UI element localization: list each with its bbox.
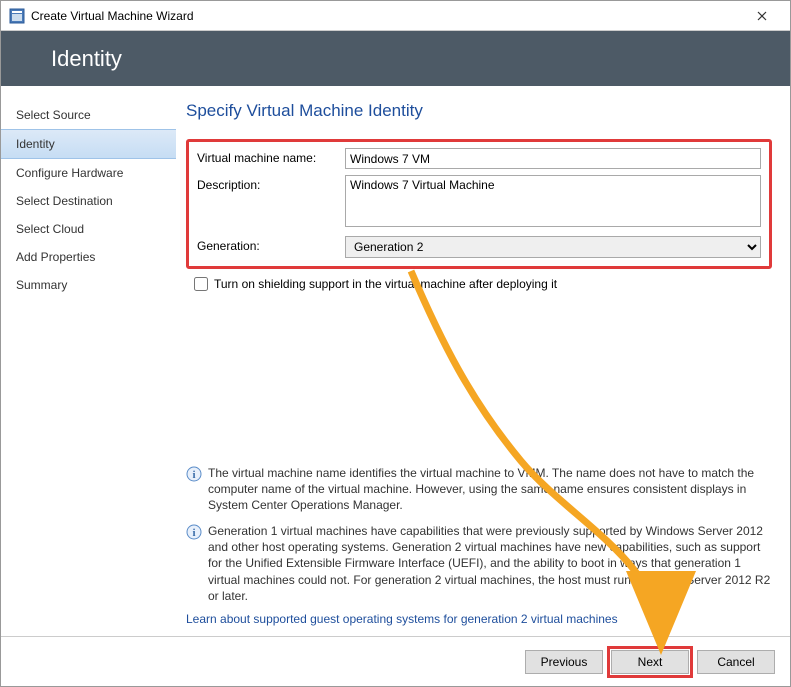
sidebar-item-select-source[interactable]: Select Source [1,101,176,129]
vm-name-label: Virtual machine name: [197,148,345,165]
identity-fields-highlight: Virtual machine name: Description: Gener… [186,139,772,269]
shielding-checkbox[interactable] [194,277,208,291]
next-button[interactable]: Next [611,650,689,674]
sidebar-item-add-properties[interactable]: Add Properties [1,243,176,271]
sidebar-item-summary[interactable]: Summary [1,271,176,299]
description-input[interactable] [345,175,761,227]
titlebar: Create Virtual Machine Wizard [1,1,790,31]
wizard-sidebar: Select Source Identity Configure Hardwar… [1,86,176,636]
description-label: Description: [197,175,345,192]
generation-label: Generation: [197,236,345,253]
sidebar-item-configure-hardware[interactable]: Configure Hardware [1,159,176,187]
close-button[interactable] [742,2,782,30]
header-band: Identity [1,31,790,86]
wizard-footer: Previous Next Cancel [1,636,790,686]
sidebar-item-identity[interactable]: Identity [1,129,176,159]
shielding-label: Turn on shielding support in the virtual… [214,277,557,291]
sidebar-item-select-cloud[interactable]: Select Cloud [1,215,176,243]
sidebar-item-select-destination[interactable]: Select Destination [1,187,176,215]
previous-button[interactable]: Previous [525,650,603,674]
svg-text:i: i [192,527,195,539]
main-content: Specify Virtual Machine Identity Virtual… [176,86,790,636]
info-text-vm-name: The virtual machine name identifies the … [208,465,772,514]
learn-more-link[interactable]: Learn about supported guest operating sy… [186,612,772,626]
vm-name-input[interactable] [345,148,761,169]
page-title: Identity [51,46,122,72]
info-icon: i [186,524,202,540]
info-icon: i [186,466,202,482]
generation-select[interactable]: Generation 2 [345,236,761,258]
app-icon [9,8,25,24]
svg-text:i: i [192,469,195,481]
info-text-generation: Generation 1 virtual machines have capab… [208,523,772,604]
main-heading: Specify Virtual Machine Identity [186,101,772,121]
window-title: Create Virtual Machine Wizard [31,9,742,23]
cancel-button[interactable]: Cancel [697,650,775,674]
